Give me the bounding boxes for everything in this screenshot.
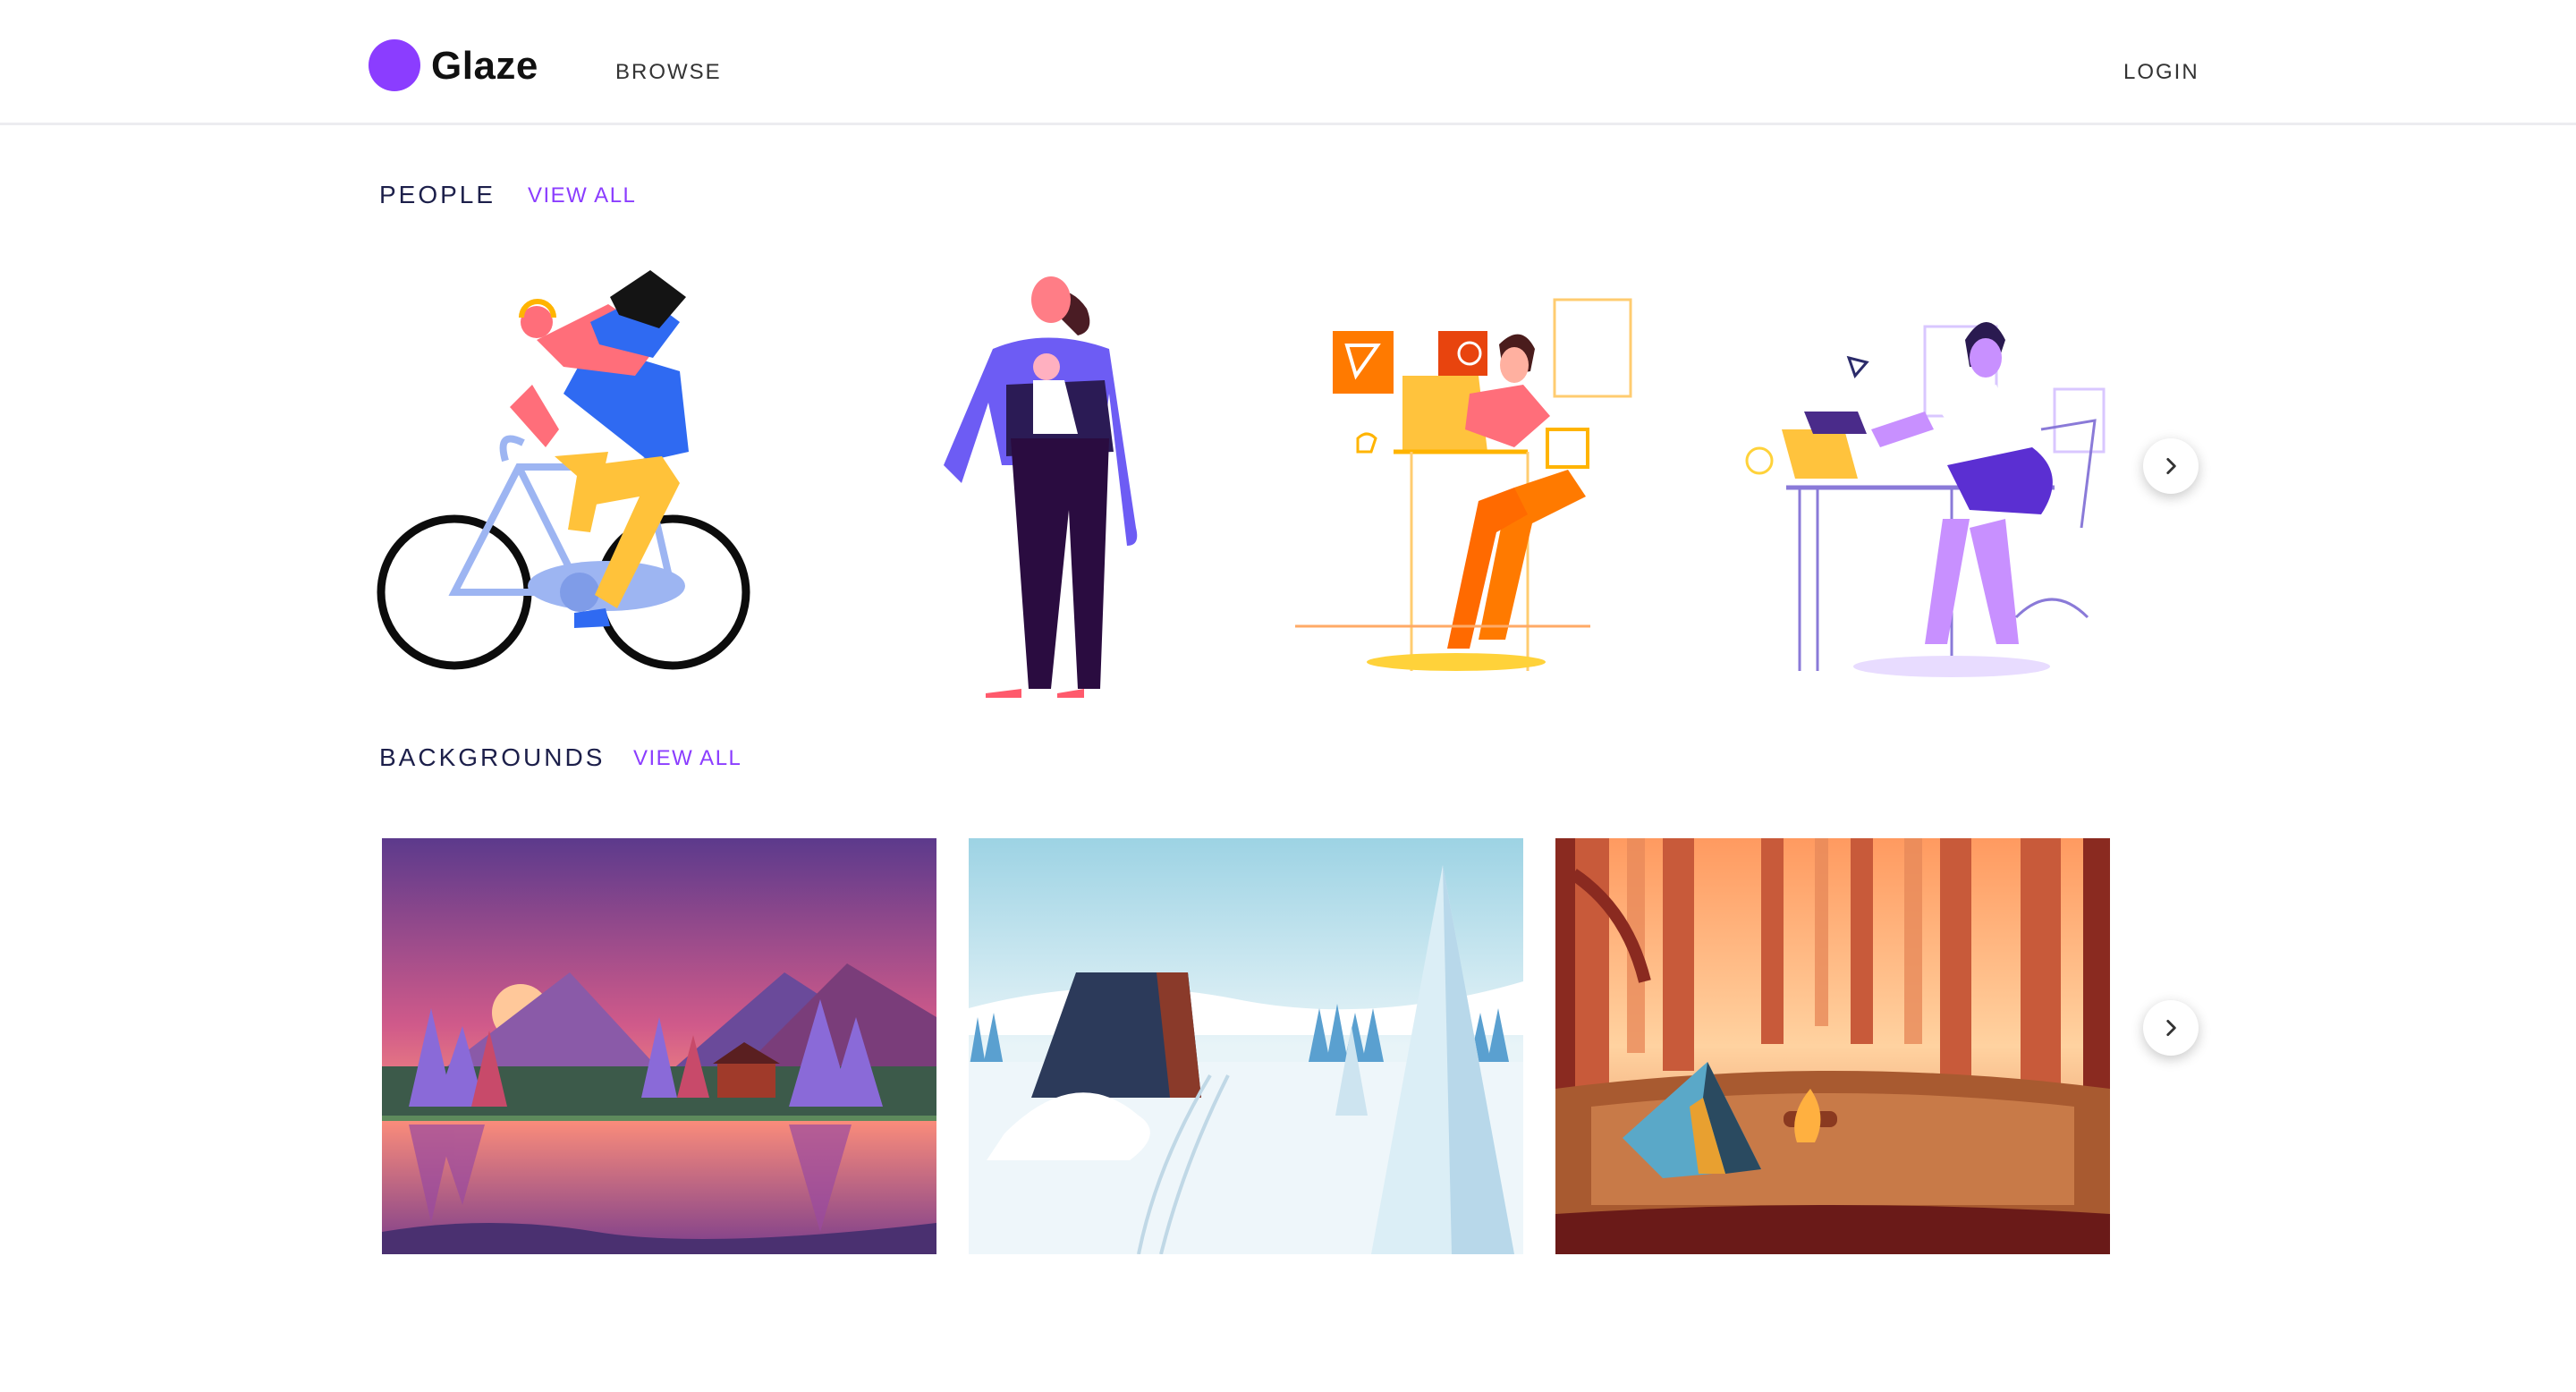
- chevron-right-icon: [2166, 1020, 2176, 1036]
- logo-icon[interactable]: [369, 39, 420, 91]
- designer-at-desk-illustration: [1295, 298, 1632, 671]
- cyclist-illustration: [377, 270, 750, 670]
- background-card-snowy-cabin[interactable]: [969, 838, 1523, 1254]
- forest-campsite-landscape: [1555, 838, 2110, 1254]
- nav-browse-link[interactable]: BROWSE: [615, 59, 722, 86]
- parent-with-baby-illustration: [944, 276, 1138, 698]
- chevron-right-icon: [2166, 458, 2176, 474]
- background-card-forest-campsite[interactable]: [1555, 838, 2110, 1254]
- people-card-parent[interactable]: [859, 259, 1288, 698]
- people-section-title: PEOPLE: [379, 181, 496, 208]
- backgrounds-view-all-link[interactable]: VIEW ALL: [633, 745, 741, 772]
- people-card-cyclist[interactable]: [376, 259, 805, 698]
- people-view-all-link[interactable]: VIEW ALL: [528, 182, 636, 209]
- snowy-cabin-landscape: [969, 838, 1523, 1254]
- backgrounds-next-button[interactable]: [2143, 1000, 2199, 1056]
- people-card-designer[interactable]: [1295, 259, 1724, 698]
- top-navbar: Glaze BROWSE LOGIN: [0, 0, 2576, 125]
- people-next-button[interactable]: [2143, 438, 2199, 494]
- sunset-lake-landscape: [382, 838, 936, 1254]
- woman-at-laptop-illustration: [1745, 322, 2106, 677]
- backgrounds-section-title: BACKGROUNDS: [379, 743, 606, 771]
- logo-text[interactable]: Glaze: [431, 39, 538, 93]
- people-card-laptop-woman[interactable]: [1737, 259, 2166, 698]
- nav-login-link[interactable]: LOGIN: [2123, 59, 2199, 86]
- background-card-sunset-lake[interactable]: [382, 838, 936, 1254]
